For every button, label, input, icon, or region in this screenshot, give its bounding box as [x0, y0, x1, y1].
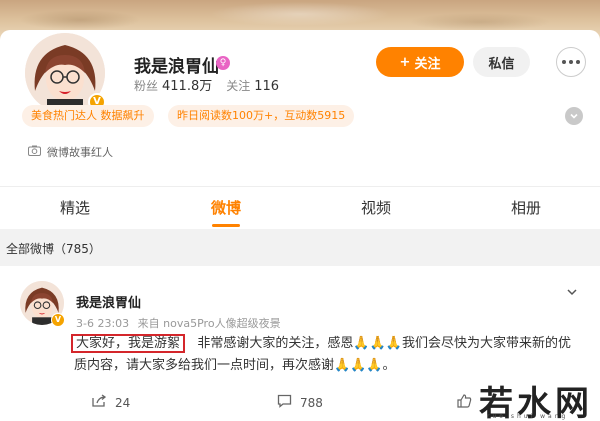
following-label[interactable]: 关注 [226, 79, 250, 93]
tab-video[interactable]: 视频 [361, 197, 391, 218]
post-author[interactable]: 我是浪胃仙 [76, 292, 141, 311]
repost-button[interactable]: 24 [92, 394, 130, 411]
like-button[interactable] [457, 394, 472, 411]
tab-featured[interactable]: 精选 [60, 197, 90, 218]
story-label: 微博故事红人 [47, 146, 113, 159]
expand-chevron-icon[interactable] [565, 107, 583, 125]
profile-name: 我是浪胃仙 [134, 57, 219, 77]
fans-count[interactable]: 411.8万 [162, 79, 212, 94]
post-text-line1: 非常感谢大家的关注，感恩🙏🙏🙏我们会尽快为大家带来新的优 [197, 336, 571, 351]
post-text-line2: 质内容，请大家多给我们一点时间，再次感谢🙏🙏🙏。 [74, 358, 396, 373]
profile-card: V 我是浪胃仙 ♀ 粉丝 411.8万 关注 116 + 关注 私信 美食热门达人 数… [0, 30, 600, 170]
message-button-label: 私信 [488, 56, 515, 72]
comment-icon [277, 394, 292, 411]
chevron-down-icon[interactable] [566, 283, 578, 302]
message-button[interactable]: 私信 [473, 47, 530, 77]
more-icon [562, 60, 580, 64]
tab-weibo[interactable]: 微博 [211, 197, 241, 218]
comment-count: 788 [300, 395, 323, 410]
repost-icon [92, 394, 107, 411]
plus-icon: + [399, 54, 411, 70]
profile-stats: 粉丝 411.8万 关注 116 [134, 75, 279, 94]
follow-button[interactable]: + 关注 [376, 47, 464, 77]
profile-tag-stats[interactable]: 昨日阅读数100万+，互动数5915 [168, 105, 355, 127]
follow-button-label: 关注 [414, 56, 441, 72]
repost-count: 24 [115, 395, 131, 410]
profile-tag-food[interactable]: 美食热门达人 数据飙升 [22, 105, 154, 127]
following-count[interactable]: 116 [254, 79, 279, 94]
more-button[interactable] [556, 47, 586, 77]
highlighted-text: 大家好，我是游絮 [71, 334, 186, 353]
watermark-subtitle: ruo shui wang [487, 413, 569, 420]
story-badge[interactable]: 微博故事红人 [28, 144, 113, 160]
like-icon [457, 394, 472, 411]
tab-album[interactable]: 相册 [511, 197, 541, 218]
post-source: 来自 nova5Pro人像超级夜景 [137, 317, 281, 330]
active-tab-indicator [212, 224, 240, 227]
weibo-profile-page: V 我是浪胃仙 ♀ 粉丝 411.8万 关注 116 + 关注 私信 美食热门达人 数… [0, 0, 600, 421]
gender-icon: ♀ [216, 56, 230, 70]
comment-button[interactable]: 788 [277, 394, 323, 411]
post-time: 3-6 23:03 [76, 317, 130, 330]
section-title[interactable]: 全部微博（785） [6, 240, 101, 257]
post-meta: 3-6 23:03 来自 nova5Pro人像超级夜景 [76, 315, 281, 331]
profile-tabs: 精选 微博 视频 相册 [0, 187, 600, 227]
section-header: 全部微博（785） [0, 229, 600, 266]
verified-badge-icon: V [51, 313, 65, 327]
fans-label[interactable]: 粉丝 [134, 79, 158, 93]
camera-icon [28, 145, 41, 159]
post-text: 大家好，我是游絮 非常感谢大家的关注，感恩🙏🙏🙏我们会尽快为大家带来新的优 质内… [71, 333, 576, 377]
